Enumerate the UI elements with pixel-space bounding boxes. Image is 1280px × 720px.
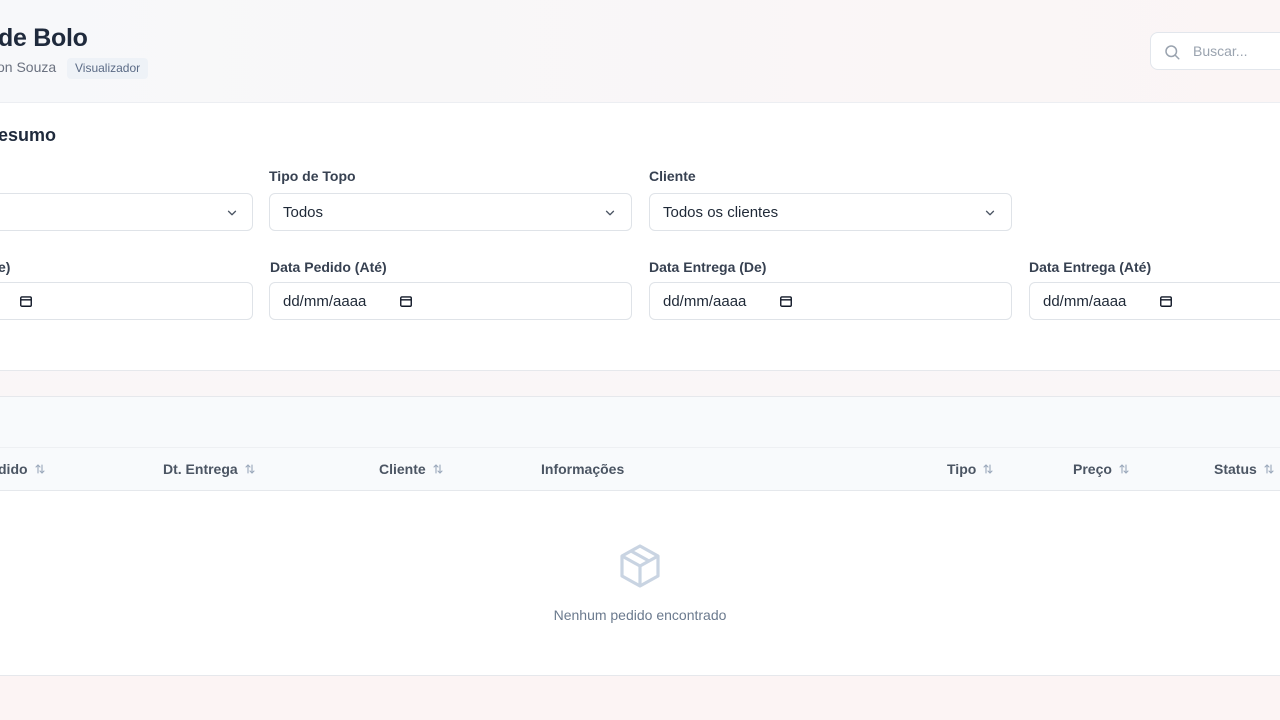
col-header-informacoes: Informações [541,461,624,477]
status-select[interactable] [0,193,253,231]
cliente-select[interactable]: Todos os clientes [649,193,1012,231]
column-label: dido [0,461,28,477]
box-icon [620,544,660,588]
col-header-data-pedido[interactable]: dido [0,461,46,477]
sort-icon[interactable] [982,463,994,475]
tipo-topo-value: Todos [283,204,324,221]
tipo-topo-label: Tipo de Topo [269,168,356,184]
data-entrega-de-label: Data Entrega (De) [649,259,767,275]
data-pedido-ate-input[interactable]: dd/mm/aaaa [269,282,632,320]
filters-panel: esumo Tipo de Topo Todos Cliente Todos o… [0,103,1280,371]
user-name: on Souza [0,59,57,75]
data-entrega-ate-label: Data Entrega (Até) [1029,259,1152,275]
sort-icon[interactable] [34,463,46,475]
section-title: esumo [0,125,57,145]
chevron-down-icon [985,210,995,216]
tipo-topo-select[interactable]: Todos [269,193,632,231]
column-label: Preço [1073,461,1112,477]
data-pedido-ate-label: Data Pedido (Até) [270,259,387,275]
col-header-status[interactable]: Status [1214,461,1275,477]
calendar-icon[interactable] [19,294,33,308]
col-header-tipo[interactable]: Tipo [947,461,994,477]
table-toolbar [0,397,1280,448]
data-pedido-de-label: e) [0,259,11,275]
date-placeholder: dd/mm/aaaa [1043,293,1127,310]
date-placeholder: dd/mm/aaaa [283,293,367,310]
column-label: Dt. Entrega [163,461,238,477]
calendar-icon[interactable] [779,294,793,308]
data-pedido-de-input[interactable] [0,282,253,320]
cliente-value: Todos os clientes [663,204,779,221]
chevron-down-icon [605,210,615,216]
calendar-icon[interactable] [399,294,413,308]
search-box[interactable] [1150,32,1280,70]
data-entrega-ate-input[interactable]: dd/mm/aaaa [1029,282,1280,320]
search-icon [1165,45,1180,60]
col-header-preco[interactable]: Preço [1073,461,1130,477]
empty-state-message: Nenhum pedido encontrado [553,607,727,623]
column-label: Status [1214,461,1257,477]
sort-icon[interactable] [1118,463,1130,475]
sort-icon[interactable] [432,463,444,475]
col-header-cliente[interactable]: Cliente [379,461,444,477]
search-input[interactable] [1193,41,1280,61]
chevron-down-icon [227,210,237,216]
sort-icon[interactable] [1263,463,1275,475]
data-entrega-de-input[interactable]: dd/mm/aaaa [649,282,1012,320]
cliente-label: Cliente [649,168,696,184]
column-label: Tipo [947,461,977,477]
orders-table: dido Dt. Entrega Cliente Informações Tip… [0,396,1280,676]
date-placeholder: dd/mm/aaaa [663,293,747,310]
role-badge: Visualizador [67,58,149,79]
col-header-dt-entrega[interactable]: Dt. Entrega [163,461,256,477]
calendar-icon[interactable] [1159,294,1173,308]
table-header: dido Dt. Entrega Cliente Informações Tip… [0,448,1280,491]
column-label: Cliente [379,461,426,477]
page-header: de Bolo on Souza Visualizador [0,0,1280,103]
page-title: de Bolo [0,24,88,52]
sort-icon[interactable] [244,463,256,475]
column-label: Informações [541,461,625,477]
